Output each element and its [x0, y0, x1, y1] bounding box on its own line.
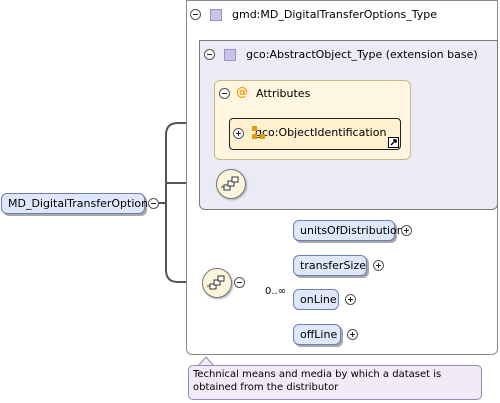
documentation-tooltip: Technical means and media by which a dat… — [188, 365, 482, 400]
element-onLine[interactable]: onLine — [293, 289, 339, 310]
collapse-base-type-icon[interactable] — [204, 49, 215, 60]
base-type-label: gco:AbstractObject_Type (extension base) — [246, 48, 478, 61]
complex-type-label: gmd:MD_DigitalTransferOptions_Type — [232, 8, 437, 21]
expand-transferSize-icon[interactable] — [373, 260, 384, 271]
complex-type-icon — [210, 9, 222, 21]
element-offLine[interactable]: offLine — [293, 324, 341, 345]
element-label: unitsOfDistribution — [300, 224, 404, 237]
element-unitsOfDistribution[interactable]: unitsOfDistribution — [293, 220, 404, 241]
sequence-icon — [207, 275, 225, 290]
sequence-icon — [221, 176, 239, 191]
sequence-compositor[interactable] — [202, 268, 232, 298]
collapse-attributes-icon[interactable] — [219, 88, 230, 99]
element-label: onLine — [300, 293, 337, 306]
root-element[interactable]: MD_DigitalTransferOptions — [1, 193, 154, 214]
documentation-text: Technical means and media by which a dat… — [193, 369, 442, 393]
attribute-group-ref-label: gco:ObjectIdentification — [255, 126, 387, 139]
element-transferSize[interactable]: transferSize — [293, 255, 367, 276]
expand-unitsOfDistribution-icon[interactable] — [401, 225, 412, 236]
element-label: offLine — [300, 328, 338, 341]
root-element-label: MD_DigitalTransferOptions — [8, 197, 154, 210]
at-icon: @ — [236, 85, 248, 99]
reference-link-icon — [388, 137, 399, 148]
element-label: transferSize — [300, 259, 367, 272]
collapse-root-icon[interactable] — [148, 198, 159, 209]
base-type-icon — [224, 49, 236, 61]
expand-onLine-icon[interactable] — [345, 294, 356, 305]
base-sequence-compositor[interactable] — [216, 169, 246, 199]
expand-attribute-group-icon[interactable] — [233, 128, 244, 139]
attributes-label: Attributes — [256, 87, 311, 100]
cardinality-onLine: 0..∞ — [265, 286, 287, 297]
collapse-sequence-icon[interactable] — [234, 277, 245, 288]
collapse-complex-type-icon[interactable] — [190, 9, 201, 20]
attribute-group-icon — [252, 126, 265, 139]
expand-offLine-icon[interactable] — [347, 329, 358, 340]
